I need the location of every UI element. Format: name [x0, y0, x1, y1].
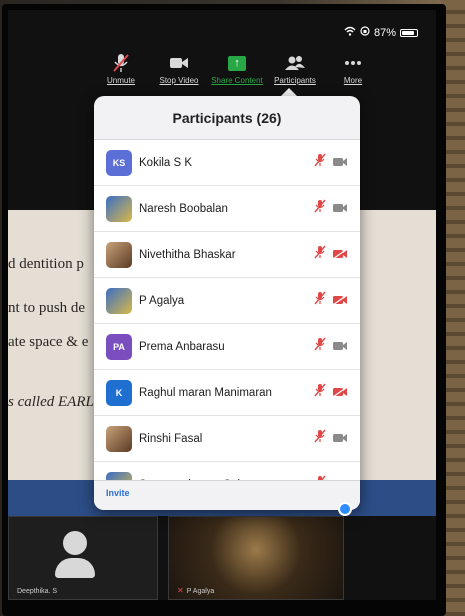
share-content-label: Share Content — [211, 76, 263, 85]
participant-row[interactable]: Rinshi Fasal — [94, 416, 360, 462]
participants-list[interactable]: KS Kokila S K Naresh Boobalan Nivethitha Bh… — [94, 140, 360, 508]
more-button[interactable]: More — [324, 52, 382, 96]
mic-muted-icon — [314, 153, 326, 172]
video-muted-icon — [332, 384, 348, 402]
slide-line-3: ate space & e — [8, 334, 89, 350]
slide-line-2: nt to push de — [8, 300, 86, 316]
participant-name: Nivethitha Bhaskar — [139, 248, 236, 261]
participant-status-icons — [314, 337, 348, 356]
unmute-button[interactable]: Unmute — [92, 52, 150, 96]
mic-muted-icon: ✕ — [177, 586, 184, 595]
participant-name: P Agalya — [139, 294, 185, 307]
drag-handle[interactable] — [338, 502, 352, 516]
participant-status-icons — [314, 429, 348, 448]
mic-muted-icon — [113, 52, 129, 74]
status-bar: 87% — [344, 26, 418, 39]
meeting-toolbar: Unmute Stop Video ↑ Share Content Partic… — [92, 52, 382, 96]
popover-footer: Invite — [94, 480, 360, 510]
stop-video-button[interactable]: Stop Video — [150, 52, 208, 96]
avatar-photo — [106, 195, 132, 222]
avatar-photo — [106, 425, 132, 452]
participant-name: Naresh Boobalan — [139, 202, 228, 215]
share-screen-icon: ↑ — [228, 52, 246, 74]
more-label: More — [343, 76, 363, 85]
video-tile[interactable]: ✕ P Agalya — [168, 516, 344, 600]
participants-label: Participants — [274, 76, 316, 85]
avatar-initials: K — [106, 379, 132, 406]
mic-muted-icon — [314, 291, 326, 310]
participant-row[interactable]: P Agalya — [94, 278, 360, 324]
tile-name-wrapper: ✕ P Agalya — [177, 586, 214, 595]
avatar-photo — [106, 241, 132, 268]
tile-name: P Agalya — [186, 588, 215, 595]
share-content-button[interactable]: ↑ Share Content — [208, 52, 266, 96]
mic-muted-icon — [314, 199, 326, 218]
participant-status-icons — [314, 199, 348, 218]
participant-row[interactable]: Nivethitha Bhaskar — [94, 232, 360, 278]
avatar-placeholder-icon — [55, 531, 95, 579]
mic-muted-icon — [314, 429, 326, 448]
unmute-label: Unmute — [106, 76, 135, 85]
participant-row[interactable]: Naresh Boobalan — [94, 186, 360, 232]
video-camera-icon — [169, 52, 189, 74]
participant-status-icons — [314, 153, 348, 172]
video-off-icon — [332, 338, 348, 356]
video-off-icon — [332, 154, 348, 172]
participant-name: Prema Anbarasu — [139, 340, 225, 353]
participant-row[interactable]: PA Prema Anbarasu — [94, 324, 360, 370]
participants-icon — [284, 52, 306, 74]
participant-name: Kokila S K — [139, 156, 193, 169]
mic-muted-icon — [314, 245, 326, 264]
invite-button[interactable]: Invite — [106, 488, 130, 498]
mic-muted-icon — [314, 383, 326, 402]
battery-icon — [400, 28, 418, 37]
participant-row[interactable]: KS Kokila S K — [94, 140, 360, 186]
participant-name: Rinshi Fasal — [139, 432, 203, 445]
more-dots-icon — [344, 52, 362, 74]
popover-title: Participants (26) — [94, 96, 360, 140]
avatar-photo — [106, 287, 132, 314]
video-tile[interactable]: Deepthika. S — [8, 516, 158, 600]
tile-name: Deepthika. S — [17, 588, 58, 595]
participant-status-icons — [314, 383, 348, 402]
participants-popover: Participants (26) KS Kokila S K Naresh Boo… — [94, 96, 360, 510]
mic-muted-icon — [314, 337, 326, 356]
video-off-icon — [332, 200, 348, 218]
wifi-icon — [344, 26, 356, 39]
slide-line-4: s called EARL — [8, 394, 94, 410]
battery-percent: 87% — [373, 26, 396, 39]
avatar-initials: KS — [106, 149, 132, 176]
stop-video-label: Stop Video — [159, 76, 199, 85]
orientation-lock-icon — [360, 26, 370, 39]
participant-name: Raghul maran Manimaran — [139, 386, 272, 399]
avatar-initials: PA — [106, 333, 132, 360]
slide-line-1: d dentition p — [8, 256, 84, 272]
participant-status-icons — [314, 245, 348, 264]
video-off-icon — [332, 430, 348, 448]
video-muted-icon — [332, 246, 348, 264]
video-muted-icon — [332, 292, 348, 310]
participant-status-icons — [314, 291, 348, 310]
participant-row[interactable]: K Raghul maran Manimaran — [94, 370, 360, 416]
